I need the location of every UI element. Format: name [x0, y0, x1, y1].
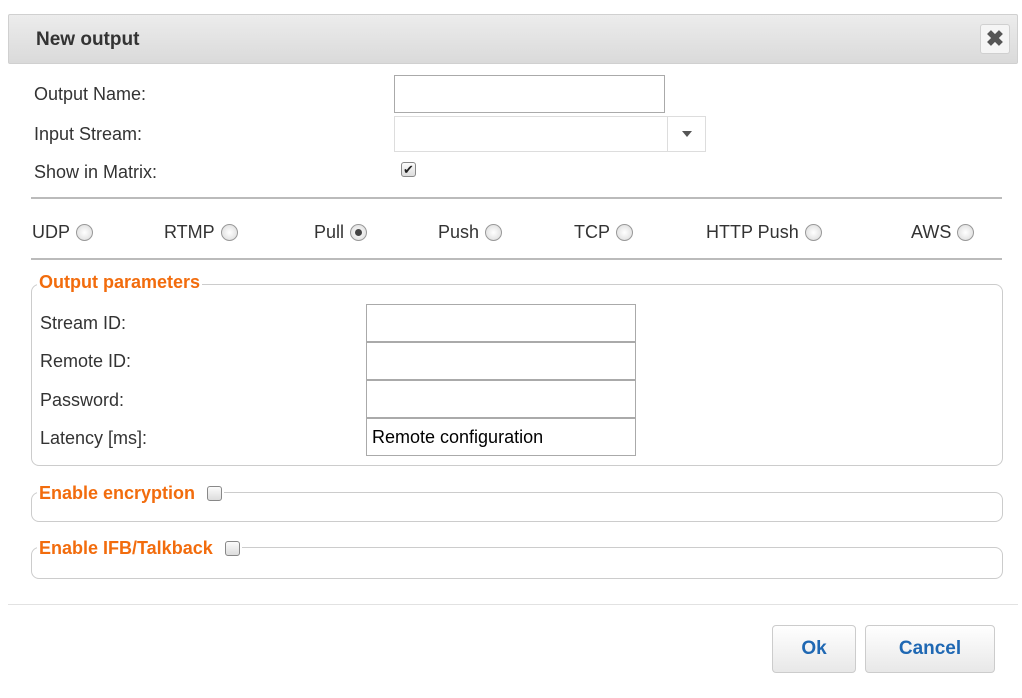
protocol-aws-radio[interactable]	[957, 224, 975, 241]
encryption-legend-label: Enable encryption	[39, 483, 196, 503]
enable-ifb-checkbox[interactable]	[224, 541, 240, 556]
protocol-push-radio[interactable]	[485, 224, 503, 241]
protocol-pull-label: Pull	[314, 222, 345, 242]
protocol-pull[interactable]: Pull	[314, 222, 368, 243]
remote-id-input[interactable]	[366, 342, 636, 380]
latency-label: Latency [ms]:	[40, 428, 148, 448]
close-icon[interactable]: ✖	[980, 24, 1010, 54]
protocol-rtmp[interactable]: RTMP	[164, 222, 238, 243]
enable-encryption-checkbox[interactable]	[207, 486, 223, 501]
protocol-udp[interactable]: UDP	[32, 222, 94, 243]
protocol-push[interactable]: Push	[438, 222, 503, 243]
output-name-label: Output Name:	[34, 84, 147, 104]
dialog-title: New output	[36, 29, 140, 50]
ifb-legend-label: Enable IFB/Talkback	[39, 538, 213, 558]
dialog-titlebar: New output ✖	[8, 14, 1018, 64]
protocol-http-push-label: HTTP Push	[706, 222, 799, 242]
output-name-input[interactable]	[394, 75, 665, 113]
protocol-tcp-radio[interactable]	[616, 224, 633, 241]
password-label: Password:	[40, 390, 125, 410]
footer-divider	[8, 604, 1018, 605]
protocol-tcp-label: TCP	[574, 222, 610, 242]
protocol-udp-label: UDP	[32, 222, 71, 242]
protocol-aws-label: AWS	[911, 222, 952, 242]
new-output-dialog: New output ✖ Output Name: Input Stream: …	[0, 0, 1022, 698]
divider	[31, 258, 1002, 260]
password-input[interactable]	[366, 380, 636, 418]
ifb-legend: Enable IFB/Talkback	[37, 538, 242, 559]
cancel-button[interactable]: Cancel	[865, 625, 995, 673]
protocol-http-push-radio[interactable]	[804, 224, 822, 241]
protocol-tcp[interactable]: TCP	[574, 222, 633, 243]
protocol-rtmp-radio[interactable]	[220, 224, 238, 241]
remote-id-label: Remote ID:	[40, 351, 132, 371]
input-stream-label: Input Stream:	[34, 124, 143, 144]
output-parameters-legend: Output parameters	[37, 272, 203, 293]
protocol-rtmp-label: RTMP	[164, 222, 215, 242]
latency-input[interactable]	[366, 418, 636, 456]
encryption-legend: Enable encryption	[37, 483, 225, 504]
chevron-down-icon[interactable]	[667, 117, 705, 151]
protocol-aws[interactable]: AWS	[911, 222, 975, 243]
protocol-pull-radio[interactable]	[350, 224, 368, 241]
protocol-push-label: Push	[438, 222, 480, 242]
protocol-udp-radio[interactable]	[76, 224, 94, 241]
stream-id-label: Stream ID:	[40, 313, 127, 333]
protocol-http-push[interactable]: HTTP Push	[706, 222, 822, 243]
divider	[31, 197, 1002, 199]
stream-id-input[interactable]	[366, 304, 636, 342]
show-in-matrix-checkbox[interactable]: ✔	[401, 162, 416, 177]
show-in-matrix-label: Show in Matrix:	[34, 162, 158, 182]
ok-button[interactable]: Ok	[772, 625, 856, 673]
input-stream-select[interactable]	[394, 116, 706, 152]
